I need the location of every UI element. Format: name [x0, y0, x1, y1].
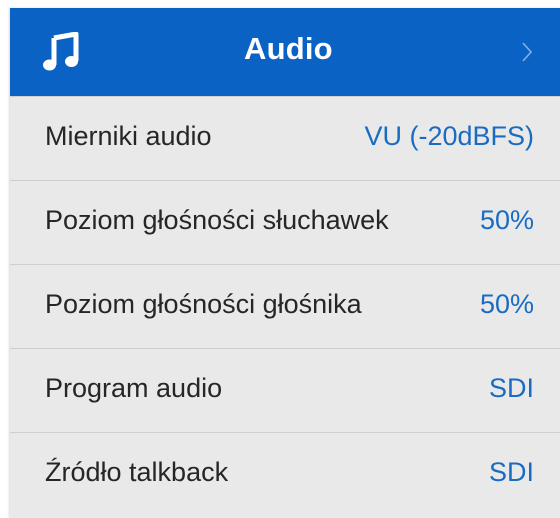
audio-settings-panel: Audio Mierniki audio VU (-20dBFS) Poziom… — [10, 8, 560, 518]
setting-row-audio-meters[interactable]: Mierniki audio VU (-20dBFS) — [10, 96, 560, 180]
setting-value[interactable]: 50% — [480, 289, 534, 320]
setting-value[interactable]: SDI — [489, 373, 534, 404]
setting-value[interactable]: SDI — [489, 457, 534, 488]
setting-value[interactable]: 50% — [480, 205, 534, 236]
setting-row-speaker-volume[interactable]: Poziom głośności głośnika 50% — [10, 264, 560, 348]
setting-row-program-audio[interactable]: Program audio SDI — [10, 348, 560, 432]
page-title: Audio — [244, 31, 333, 66]
chevron-right-icon[interactable] — [522, 42, 532, 62]
setting-value[interactable]: VU (-20dBFS) — [364, 121, 534, 152]
music-note-icon — [43, 32, 79, 71]
setting-label: Program audio — [45, 373, 223, 403]
setting-label: Źródło talkback — [45, 457, 229, 487]
setting-label: Poziom głośności głośnika — [45, 289, 362, 319]
setting-label: Mierniki audio — [45, 121, 212, 151]
audio-menu-header[interactable]: Audio — [10, 8, 560, 96]
setting-row-headphone-volume[interactable]: Poziom głośności słuchawek 50% — [10, 180, 560, 264]
setting-label: Poziom głośności słuchawek — [45, 205, 389, 235]
setting-row-talkback-source[interactable]: Źródło talkback SDI — [10, 432, 560, 516]
